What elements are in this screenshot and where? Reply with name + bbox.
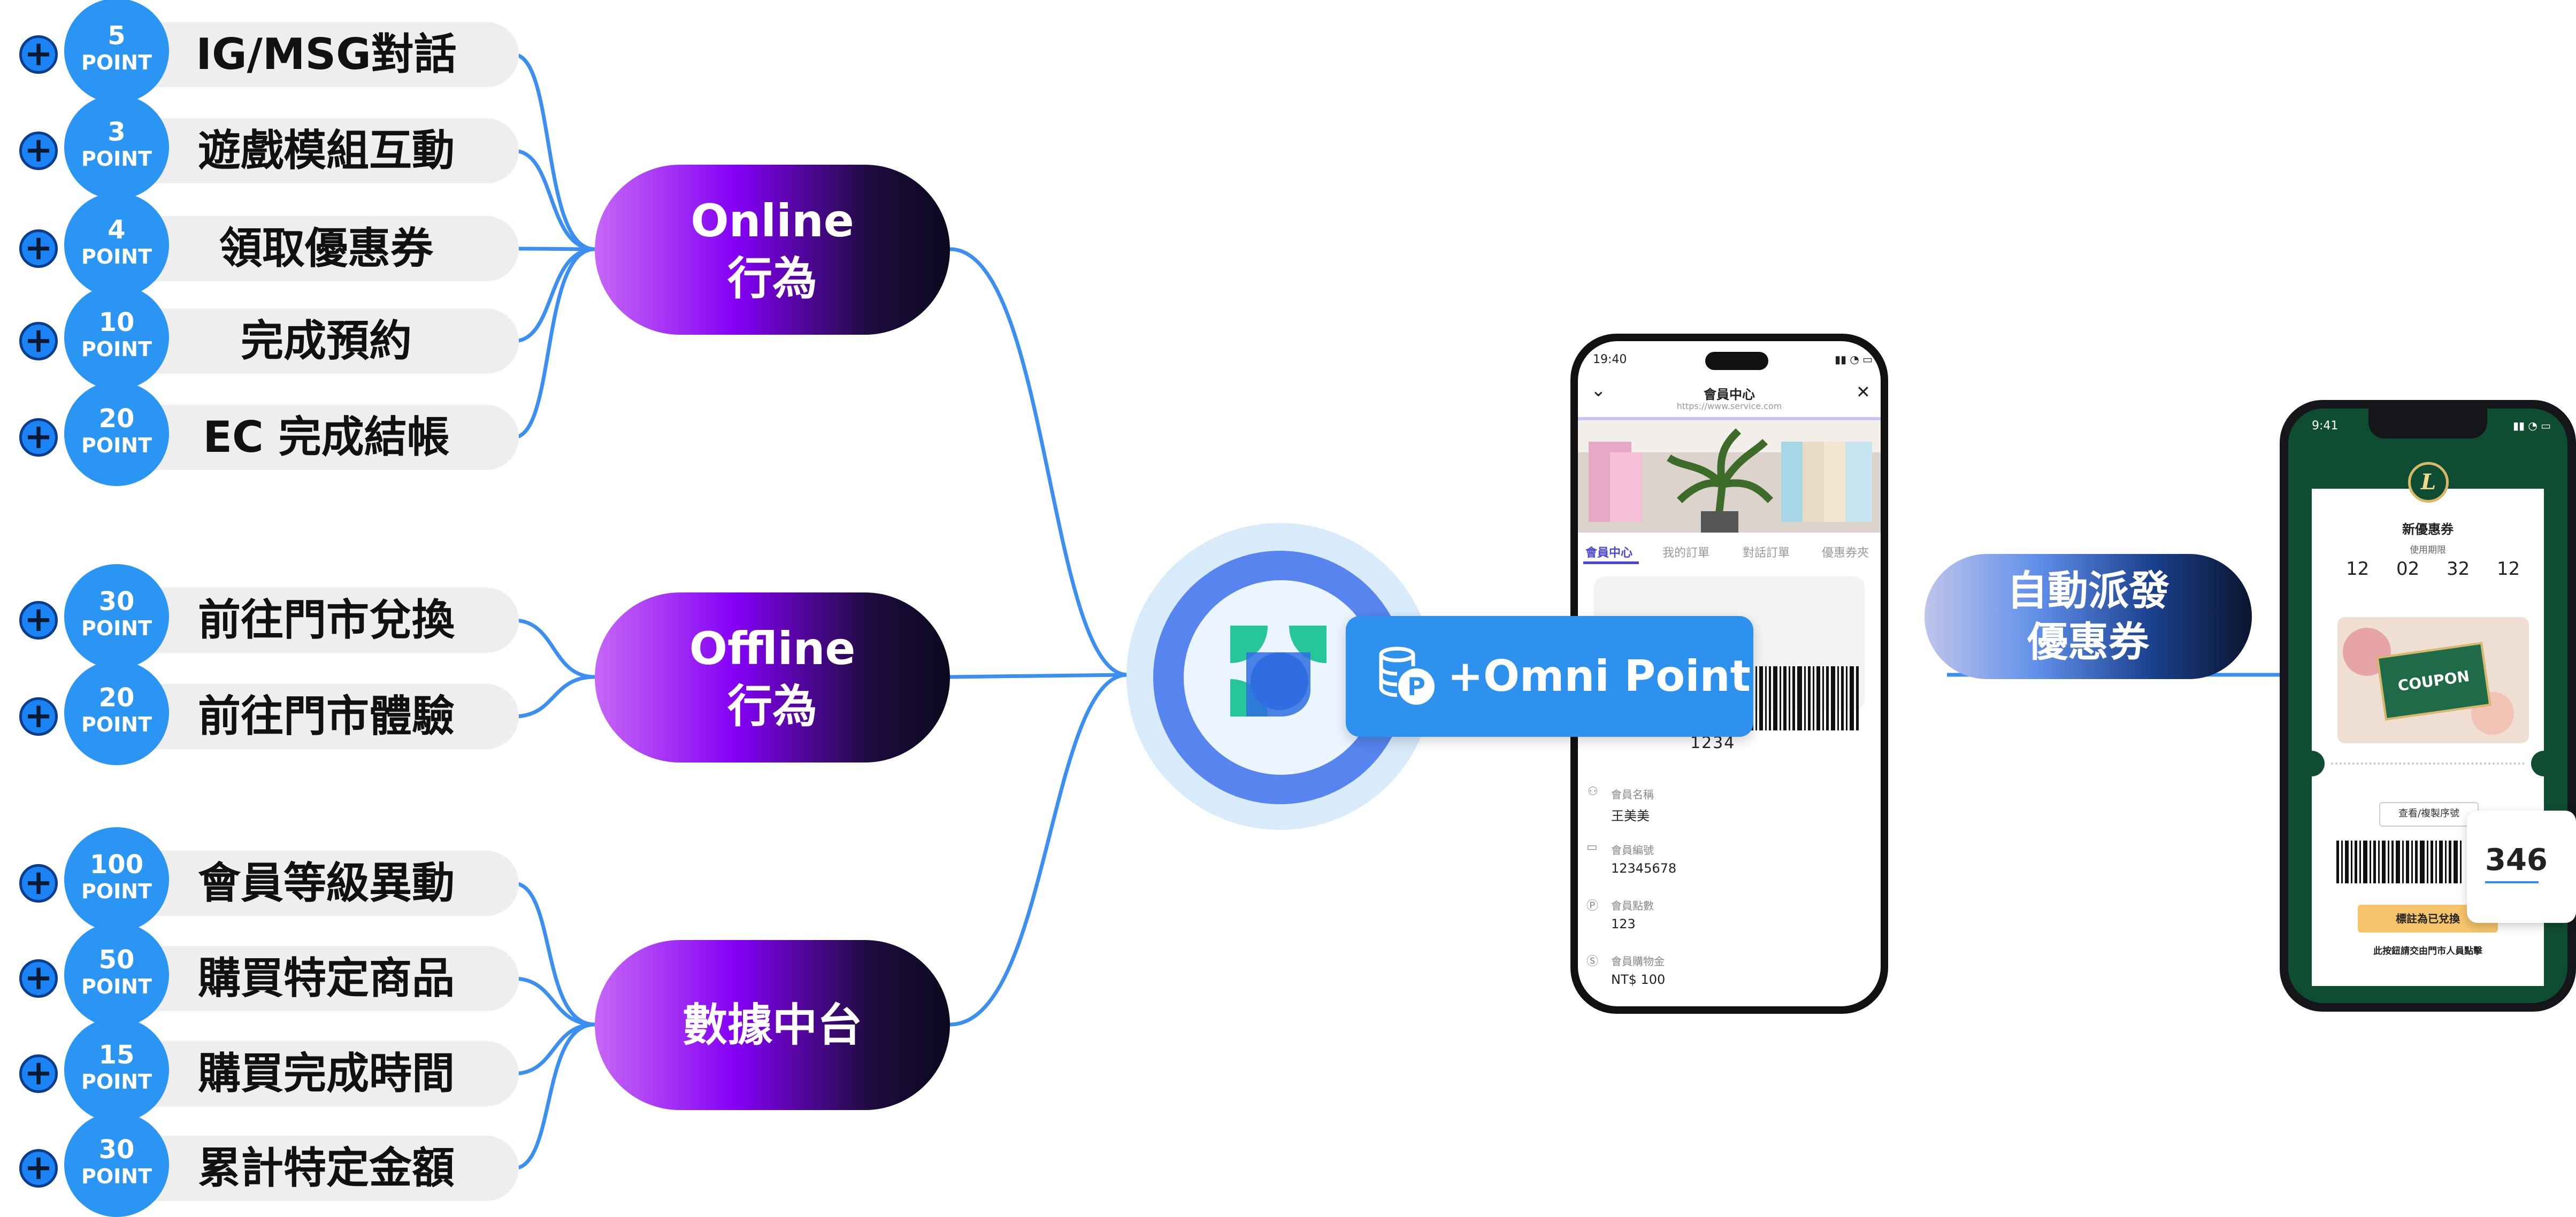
points-badge: 15 POINT <box>64 1018 169 1122</box>
brand-logo: L <box>2408 462 2449 503</box>
svg-text:P: P <box>1407 672 1425 701</box>
category-data-platform: 數據中台 <box>595 940 950 1110</box>
points-badge: 20 POINT <box>64 660 169 765</box>
points-badge: 5 POINT <box>64 0 169 103</box>
status-time: 9:41 <box>2312 419 2339 433</box>
point-item-checkout: EC 完成結帳 + 20 POINT <box>0 381 524 486</box>
point-item-label: 會員等級異動 <box>198 858 455 908</box>
omni-logo-icon <box>1230 626 1327 717</box>
field-value: 123 <box>1611 916 1636 931</box>
point-item-label: 累計特定金額 <box>198 1143 455 1193</box>
point-item-label: 領取優惠券 <box>219 224 433 273</box>
field-label: 會員編號 <box>1611 844 1654 857</box>
side-number-card: 346 <box>2467 811 2576 923</box>
countdown-minutes: 32 <box>2447 558 2470 580</box>
plus-icon: + <box>19 418 58 457</box>
point-item-booking: 完成預約 + 10 POINT <box>0 285 524 390</box>
plus-icon: + <box>19 697 58 736</box>
field-label: 會員點數 <box>1611 899 1654 912</box>
category-online: Online 行為 <box>595 165 950 335</box>
tab-my-orders[interactable]: 我的訂單 <box>1662 543 1709 560</box>
status-icons: ▮▮ ◔ ▭ <box>2513 419 2551 432</box>
view-serial-button[interactable]: 查看/複製序號 <box>2379 802 2479 827</box>
point-item-label: IG/MSG對話 <box>196 29 457 79</box>
points-badge: 10 POINT <box>64 285 169 390</box>
countdown-days: 12 <box>2346 558 2370 580</box>
points-icon: Ⓟ <box>1586 899 1599 913</box>
store-photo <box>1578 420 1881 533</box>
point-item-label: 購買完成時間 <box>198 1049 455 1098</box>
ticket-notch <box>2299 751 2325 776</box>
field-value: 王美美 <box>1611 808 1650 823</box>
field-value: 12345678 <box>1611 861 1677 876</box>
point-item-label: 購買特定商品 <box>198 953 455 1003</box>
coins-icon: P <box>1379 646 1435 705</box>
user-icon: ⚇ <box>1588 785 1598 798</box>
money-icon: Ⓢ <box>1586 955 1599 968</box>
side-underline <box>2485 881 2539 883</box>
countdown-seconds: 12 <box>2497 558 2520 580</box>
point-item-accumulated-amount: 累計特定金額 + 30 POINT <box>0 1112 524 1217</box>
points-badge: 50 POINT <box>64 922 169 1027</box>
ticket-divider <box>2331 762 2525 765</box>
point-item-label: EC 完成結帳 <box>203 412 450 462</box>
side-number: 346 <box>2485 843 2548 877</box>
points-badge: 100 POINT <box>64 827 169 932</box>
points-badge: 3 POINT <box>64 95 169 199</box>
point-item-store-redeem: 前往門市兌換 + 30 POINT <box>0 564 524 669</box>
id-card-icon: ▭ <box>1586 841 1598 854</box>
countdown-hours: 02 <box>2396 558 2420 580</box>
point-item-store-experience: 前往門市體驗 + 20 POINT <box>0 660 524 765</box>
dynamic-island <box>1705 352 1768 370</box>
point-item-coupon: 領取優惠券 + 4 POINT <box>0 192 524 297</box>
active-tab-indicator <box>1583 561 1639 564</box>
ticket-notch <box>2531 751 2557 776</box>
plus-icon: + <box>19 959 58 998</box>
point-item-ig-msg: IG/MSG對話 + 5 POINT <box>0 0 524 103</box>
plus-icon: + <box>19 1054 58 1093</box>
points-badge: 20 POINT <box>64 381 169 486</box>
close-icon[interactable]: ✕ <box>1856 382 1870 402</box>
point-item-member-level: 會員等級異動 + 100 POINT <box>0 827 524 932</box>
page-title: 會員中心 <box>1704 387 1755 402</box>
status-time: 19:40 <box>1593 353 1627 366</box>
plus-icon: + <box>19 864 58 903</box>
plus-icon: + <box>19 35 58 74</box>
points-badge: 30 POINT <box>64 564 169 669</box>
field-label: 會員購物金 <box>1611 955 1665 968</box>
field-value: NT$ 100 <box>1611 972 1666 987</box>
field-label: 會員名稱 <box>1611 788 1654 801</box>
point-item-label: 前往門市兌換 <box>198 595 455 645</box>
points-badge: 4 POINT <box>64 192 169 297</box>
auto-coupon-label: 自動派發 優惠券 <box>1925 554 2252 679</box>
plus-icon: + <box>19 601 58 640</box>
points-badge: 30 POINT <box>64 1112 169 1217</box>
point-item-game: 遊戲模組互動 + 3 POINT <box>0 95 524 199</box>
validity-label: 使用期限 <box>2410 545 2446 556</box>
tab-member-center[interactable]: 會員中心 <box>1585 543 1632 560</box>
omni-point-label: +Omni Point <box>1447 651 1751 701</box>
plus-icon: + <box>19 229 58 268</box>
notch <box>2368 409 2487 438</box>
point-item-purchase-time: 購買完成時間 + 15 POINT <box>0 1018 524 1122</box>
coupon-title: 新優惠券 <box>2402 522 2454 537</box>
point-item-label: 遊戲模組互動 <box>198 126 455 175</box>
category-offline: Offline 行為 <box>595 592 950 762</box>
point-item-specific-product: 購買特定商品 + 50 POINT <box>0 922 524 1027</box>
point-item-label: 完成預約 <box>241 316 412 366</box>
status-icons: ▮▮ ◔ ▭ <box>1835 353 1873 366</box>
page-url: https://www.service.com <box>1676 401 1782 411</box>
plus-icon: + <box>19 322 58 360</box>
redeem-note: 此按鈕請交由門市人員點擊 <box>2373 946 2482 957</box>
point-item-label: 前往門市體驗 <box>198 691 455 741</box>
tab-coupon-folder[interactable]: 優惠券夾 <box>1822 543 1869 560</box>
tab-chat-orders[interactable]: 對話訂單 <box>1743 543 1790 560</box>
plus-icon: + <box>19 132 58 170</box>
plus-icon: + <box>19 1149 58 1188</box>
omni-point-button[interactable]: P +Omni Point <box>1346 616 1753 737</box>
coupon-image: COUPON <box>2337 617 2529 743</box>
